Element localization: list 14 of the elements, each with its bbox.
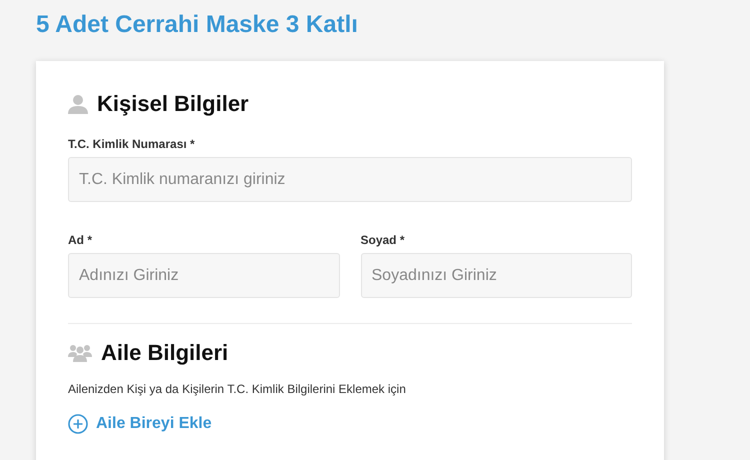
group-icon [68, 344, 92, 362]
field-label: Soyad * [360, 233, 405, 247]
section-title: Aile Bilgileri [101, 340, 228, 366]
section-title: Kişisel Bilgiler [97, 91, 249, 117]
field-label: T.C. Kimlik Numarası * [68, 137, 195, 151]
input-field[interactable]: T.C. Kimlik numaranızı giriniz [68, 157, 632, 202]
input-field[interactable]: Soyadınızı Giriniz [360, 253, 632, 298]
field-label: Ad * [68, 233, 92, 247]
plus-circle-icon [68, 414, 88, 434]
input-field[interactable]: Adınızı Giriniz [68, 253, 340, 298]
add-family-member-button[interactable]: Aile Bireyi Ekle [68, 414, 212, 434]
section-description: Ailenizden Kişi ya da Kişilerin T.C. Kimlik Bilgilerini Eklemek için [68, 382, 407, 396]
person-icon [68, 94, 88, 114]
page-title: 5 Adet Cerrahi Maske 3 Katlı [36, 10, 359, 40]
